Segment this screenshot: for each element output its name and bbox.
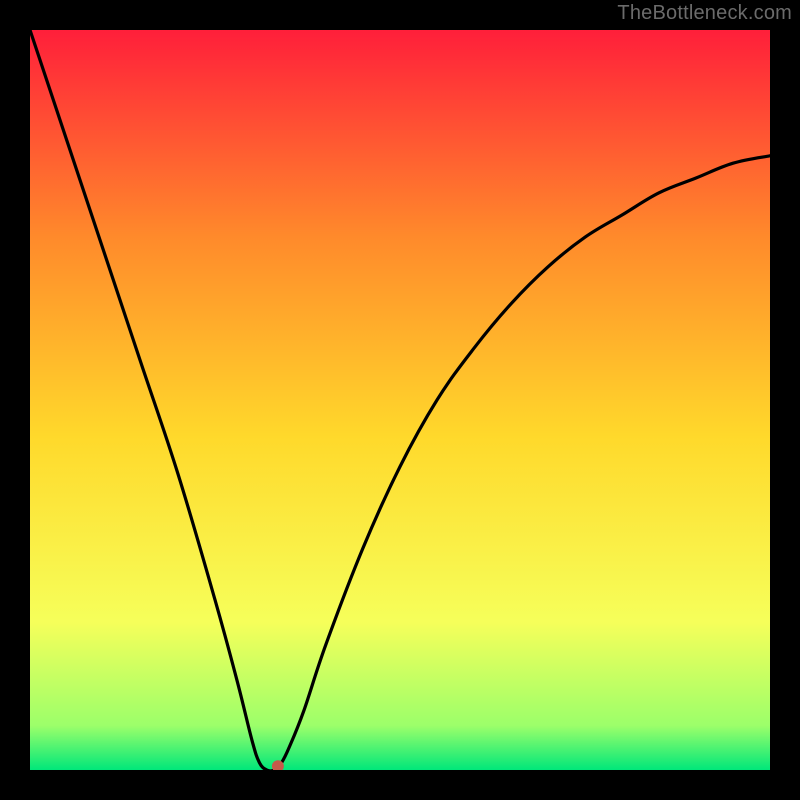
chart-svg [30,30,770,770]
gradient-background [30,30,770,770]
watermark-text: TheBottleneck.com [617,2,792,25]
plot-area [30,30,770,770]
chart-frame: TheBottleneck.com [0,0,800,800]
